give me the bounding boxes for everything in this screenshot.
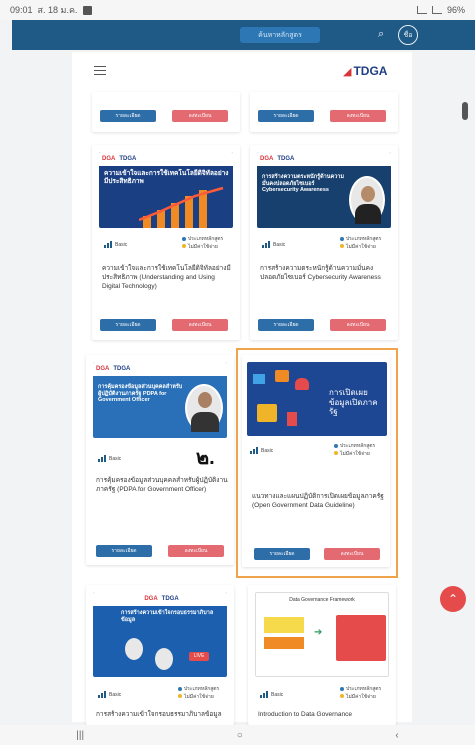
tdga-logo[interactable]: ◢ TDGA (343, 64, 387, 78)
status-date: ส. 18 ม.ค. (37, 5, 78, 15)
detail-button[interactable]: รายละเอียด (100, 319, 156, 331)
speaker-photo (125, 638, 143, 660)
course-meta: ประเภทหลักสูตร ไม่มีค่าใช้จ่าย (340, 686, 381, 701)
live-badge: LIVE (189, 652, 209, 661)
status-time: 09:01 (10, 5, 33, 15)
level-bars-icon (262, 241, 270, 248)
recent-apps-icon[interactable]: ||| (76, 730, 84, 741)
wifi-icon (416, 6, 427, 14)
level-bars-icon (260, 691, 268, 698)
course-title[interactable]: การสร้างความเข้าใจกรอบธรรมาภิบาลข้อมูล (96, 711, 228, 720)
detail-button[interactable]: รายละเอียด (100, 110, 156, 122)
detail-button[interactable]: รายละเอียด (258, 110, 314, 122)
thumbnail-title: การคุ้มครองข้อมูลส่วนบุคคลสำหรับผู้ปฏิบั… (98, 384, 183, 404)
level-bars-icon (104, 241, 112, 248)
course-meta: ประเภทหลักสูตร ไม่มีค่าใช้จ่าย (182, 236, 223, 251)
search-icon[interactable]: ⌕ (378, 28, 384, 41)
chevron-up-icon: ⌃ (447, 592, 459, 606)
course-card[interactable]: DGA TDGA การสร้างความเข้าใจกรอบธรรมาภิบาล… (86, 585, 234, 725)
register-button[interactable]: ลงทะเบียน (172, 319, 228, 331)
scroll-to-top-button[interactable]: ⌃ (440, 586, 466, 612)
register-button[interactable]: ลงทะเบียน (172, 110, 228, 122)
scrollbar-thumb[interactable] (462, 102, 468, 120)
selection-highlight (236, 348, 398, 578)
course-thumbnail: DGA TDGA การสร้างความตระหนักรู้ด้านความมั… (257, 152, 391, 228)
course-card-partial-left: รายละเอียด ลงทะเบียน (92, 92, 240, 132)
course-card[interactable]: DGA TDGA ความเข้าใจและการใช้เทคโนโลยีดิจิ… (92, 145, 240, 340)
thumbnail-title: การสร้างความตระหนักรู้ด้านความมั่นคงปลอด… (262, 174, 344, 194)
level-label: Basic (262, 241, 285, 248)
register-button[interactable]: ลงทะเบียน (330, 319, 386, 331)
notification-icon (82, 5, 92, 15)
register-button[interactable]: ลงทะเบียน (168, 545, 224, 557)
course-meta: ประเภทหลักสูตร ไม่มีค่าใช้จ่าย (340, 236, 381, 251)
level-label: Basic (104, 241, 127, 248)
level-label: Basic (260, 691, 283, 698)
handwritten-mark: ๒. (196, 447, 215, 469)
home-icon[interactable]: ○ (237, 730, 243, 741)
level-bars-icon (98, 691, 106, 698)
course-meta: ประเภทหลักสูตร ไม่มีค่าใช้จ่าย (178, 686, 219, 701)
avatar[interactable]: ชื่อ (398, 25, 418, 45)
detail-button[interactable]: รายละเอียด (96, 545, 152, 557)
course-thumbnail: DGA TDGA ความเข้าใจและการใช้เทคโนโลยีดิจิ… (99, 152, 233, 228)
level-label: Basic (98, 691, 121, 698)
growth-chart-icon (139, 186, 224, 228)
hamburger-icon[interactable] (94, 66, 106, 75)
course-title[interactable]: ความเข้าใจและการใช้เทคโนโลยีดิจิทัลอย่าง… (102, 265, 232, 291)
course-card[interactable]: Data Governance Framework ➔ Basic ประเภท… (248, 585, 396, 725)
level-bars-icon (98, 455, 106, 462)
status-bar: 09:01 ส. 18 ม.ค. 96% (0, 0, 475, 20)
course-card[interactable]: DGA TDGA การคุ้มครองข้อมูลส่วนบุคคลสำหรับ… (86, 355, 234, 565)
thumbnail-title: ความเข้าใจและการใช้เทคโนโลยีดิจิทัลอย่าง… (104, 170, 229, 185)
course-title[interactable]: การคุ้มครองข้อมูลส่วนบุคคลสำหรับผู้ปฏิบั… (96, 477, 228, 495)
top-app-bar: ค้นหาหลักสูตร ⌕ ชื่อ (12, 20, 475, 50)
thumbnail-title: การสร้างความเข้าใจกรอบธรรมาภิบาลข้อมูล (121, 610, 214, 623)
speaker-photo (185, 384, 223, 432)
speaker-photo (349, 176, 385, 224)
detail-button[interactable]: รายละเอียด (258, 319, 314, 331)
course-card-partial-right: รายละเอียด ลงทะเบียน (250, 92, 398, 132)
level-label: Basic (98, 455, 121, 462)
arrow-right-icon: ➔ (314, 627, 323, 638)
course-card[interactable]: DGA TDGA การสร้างความตระหนักรู้ด้านความมั… (250, 145, 398, 340)
system-nav-bar: ||| ○ ‹ (0, 725, 475, 745)
course-thumbnail: DGA TDGA การสร้างความเข้าใจกรอบธรรมาภิบาล… (93, 592, 227, 677)
course-thumbnail: DGA TDGA การคุ้มครองข้อมูลส่วนบุคคลสำหรับ… (93, 362, 227, 438)
back-icon[interactable]: ‹ (395, 730, 398, 741)
course-title[interactable]: การสร้างความตระหนักรู้ด้านความมั่นคงปลอด… (260, 265, 390, 283)
battery-level: 96% (446, 5, 465, 15)
signal-icon (431, 6, 442, 14)
course-thumbnail: Data Governance Framework ➔ (255, 592, 389, 677)
course-title[interactable]: Introduction to Data Governance (258, 711, 390, 720)
thumbnail-title: Data Governance Framework (289, 597, 355, 603)
register-button[interactable]: ลงทะเบียน (330, 110, 386, 122)
topbar-search-pill[interactable]: ค้นหาหลักสูตร (240, 27, 320, 43)
speaker-photo (155, 648, 173, 670)
